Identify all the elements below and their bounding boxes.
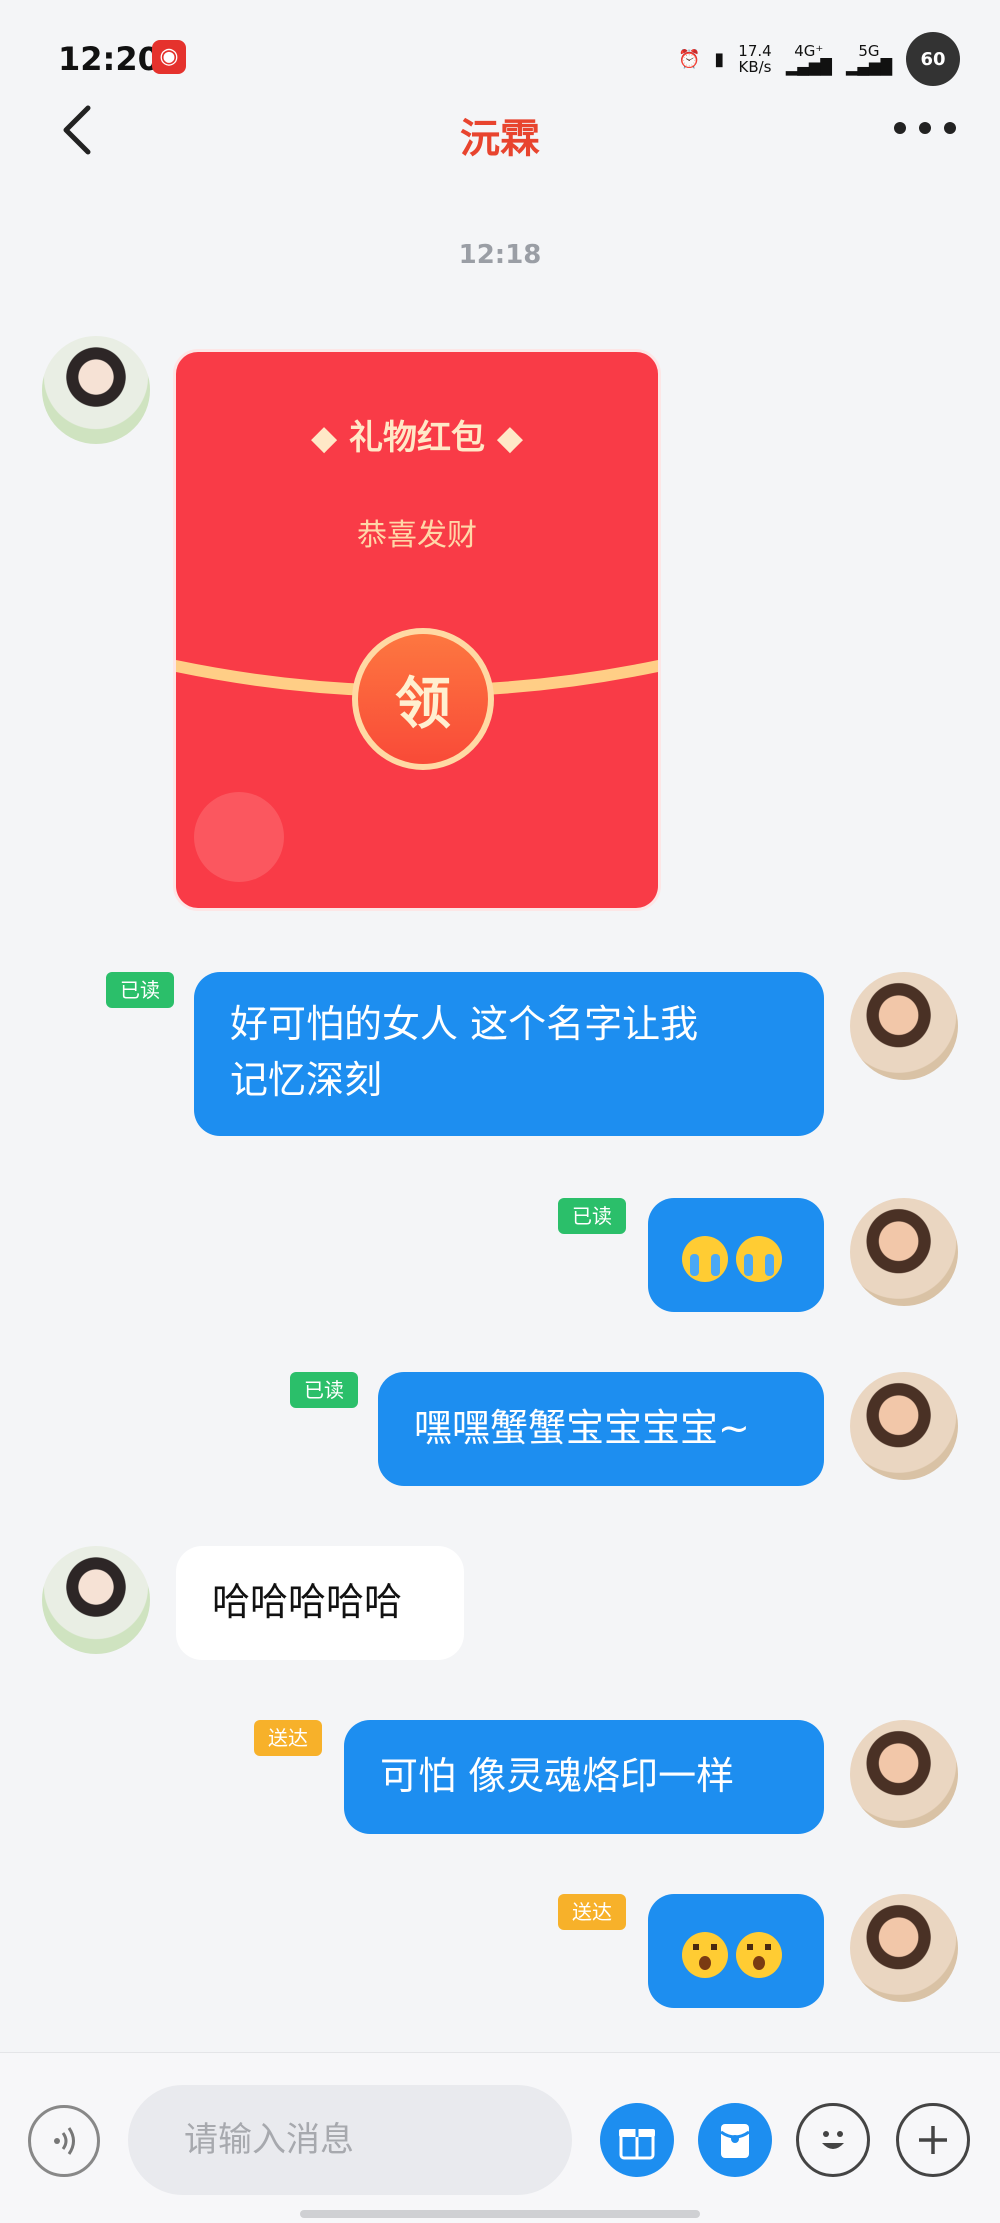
netease-music-icon: ◉ [152, 40, 186, 74]
message-bubble-outgoing[interactable] [648, 1894, 824, 2008]
emoji-button[interactable] [796, 2103, 870, 2177]
more-actions-button[interactable] [896, 2103, 970, 2177]
message-text-line: 好可怕的女人 这个名字让我 [230, 1002, 699, 1046]
home-indicator[interactable] [300, 2210, 700, 2218]
delivered-status-badge: 送达 [254, 1720, 322, 1756]
my-avatar[interactable] [850, 1198, 958, 1306]
nav-bar: 沅霖 [0, 90, 1000, 170]
message-bubble-outgoing[interactable]: 嘿嘿蟹蟹宝宝宝宝~ [378, 1372, 824, 1486]
red-packet-button[interactable] [698, 2103, 772, 2177]
message-bubble-outgoing[interactable]: 好可怕的女人 这个名字让我 记忆深刻 [194, 972, 824, 1136]
contact-avatar[interactable] [42, 336, 150, 444]
alarm-icon: ⏰ [677, 48, 701, 70]
red-packet-icon [720, 2124, 750, 2158]
message-text: 可怕 像灵魂烙印一样 [380, 1754, 735, 1798]
my-avatar[interactable] [850, 1372, 958, 1480]
my-avatar[interactable] [850, 972, 958, 1080]
battery-icon: 60 [906, 32, 960, 86]
smile-icon [822, 2131, 844, 2149]
loudly-crying-face-icon [682, 1235, 728, 1282]
surprised-face-icon [682, 1931, 728, 1978]
delivered-status-badge: 送达 [558, 1894, 626, 1930]
status-icons: ⏰ ▮ 17.4 KB/s 4G⁺ ▂▄▆█ 5G ▂▄▆█ 60 [677, 32, 960, 86]
network-speed-unit: KB/s [738, 58, 772, 76]
loudly-crying-face-icon [736, 1235, 782, 1282]
red-packet-subtitle: 恭喜发财 [357, 518, 477, 553]
more-dots-icon [894, 122, 956, 134]
chat-title: 沅霖 [460, 116, 540, 162]
claim-button[interactable]: 领 [352, 628, 494, 770]
read-status-badge: 已读 [558, 1198, 626, 1234]
read-status-badge: 已读 [106, 972, 174, 1008]
message-text: 嘿嘿蟹蟹宝宝宝宝~ [414, 1406, 750, 1450]
red-packet-title-text: 礼物红包 [349, 418, 485, 458]
signal-4g-icon: 4G⁺ ▂▄▆█ [785, 42, 832, 76]
my-avatar[interactable] [850, 1894, 958, 2002]
gift-button[interactable] [600, 2103, 674, 2177]
signal-5g-label: 5G [858, 42, 880, 60]
signal-4g-label: 4G⁺ [794, 42, 824, 60]
contact-avatar[interactable] [42, 1546, 150, 1654]
surprised-face-icon [736, 1931, 782, 1978]
more-button[interactable] [890, 108, 960, 148]
red-packet-decoration [194, 792, 284, 882]
red-packet-title: ◆ 礼物红包 ◆ [311, 418, 523, 458]
voice-button[interactable] [28, 2105, 100, 2177]
message-text-line: 记忆深刻 [230, 1058, 383, 1102]
message-bubble-incoming[interactable]: 哈哈哈哈哈 [176, 1546, 464, 1660]
input-bar: 请输入消息 [0, 2052, 1000, 2223]
read-status-badge: 已读 [290, 1372, 358, 1408]
signal-5g-icon: 5G ▂▄▆█ [845, 42, 892, 76]
red-packet-card[interactable]: ◆ 礼物红包 ◆ 恭喜发财 领 [176, 352, 658, 908]
voice-icon [54, 2127, 75, 2155]
my-avatar[interactable] [850, 1720, 958, 1828]
message-text: 哈哈哈哈哈 [212, 1580, 403, 1624]
message-bubble-outgoing[interactable]: 可怕 像灵魂烙印一样 [344, 1720, 824, 1834]
message-timestamp: 12:18 [458, 240, 542, 270]
message-input[interactable]: 请输入消息 [128, 2085, 572, 2195]
network-speed: 17.4 KB/s [738, 43, 771, 75]
status-time: 12:20 [58, 40, 160, 78]
gift-icon [619, 2129, 655, 2160]
plus-icon [919, 2126, 947, 2154]
message-bubble-outgoing[interactable] [648, 1198, 824, 1312]
vibrate-icon: ▮ [714, 48, 725, 70]
